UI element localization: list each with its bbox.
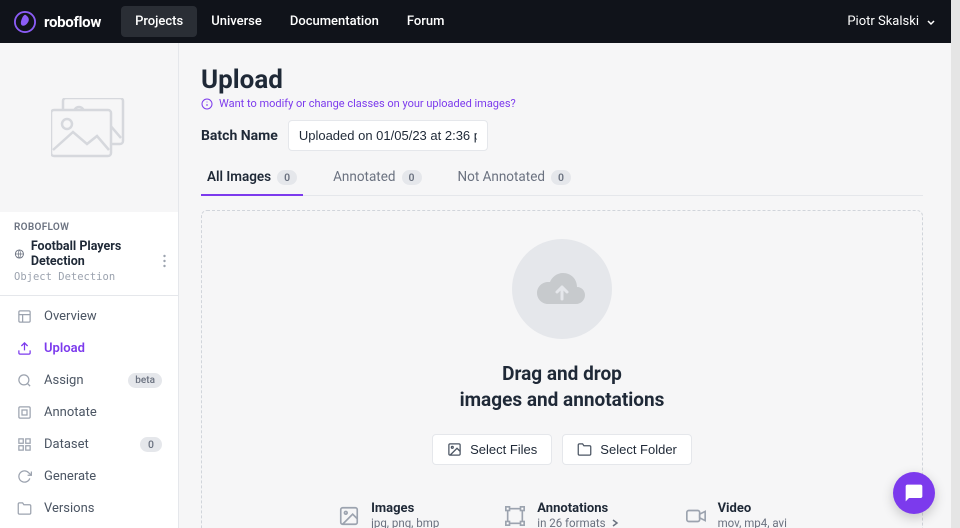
brand-text: roboflow	[44, 13, 101, 31]
sidebar-item-label: Annotate	[44, 405, 97, 420]
batch-name-label: Batch Name	[201, 128, 278, 144]
workspace-label: ROBOFLOW	[14, 222, 164, 233]
roboflow-icon	[14, 11, 36, 33]
tab-label: Annotated	[333, 169, 395, 185]
nav-documentation[interactable]: Documentation	[276, 6, 393, 37]
sidebar-item-label: Generate	[44, 469, 96, 484]
info-icon	[201, 98, 213, 110]
beta-badge: beta	[128, 373, 162, 388]
sidebar: ROBOFLOW Football Players Detection Obje…	[0, 43, 179, 528]
versions-icon	[16, 500, 32, 516]
project-row[interactable]: Football Players Detection	[14, 239, 164, 269]
user-name: Piotr Skalski	[847, 14, 919, 29]
chat-fab[interactable]	[893, 472, 935, 514]
sidebar-item-label: Overview	[44, 309, 97, 324]
chevron-right-icon	[610, 518, 620, 528]
tab-not-annotated[interactable]: Not Annotated 0	[452, 169, 577, 195]
select-files-button[interactable]: Select Files	[432, 434, 552, 465]
generate-icon	[16, 468, 32, 484]
folder-icon	[577, 442, 592, 457]
tab-all-images[interactable]: All Images 0	[201, 169, 303, 195]
sidebar-item-upload[interactable]: Upload	[6, 332, 172, 364]
brand-logo[interactable]: roboflow	[14, 11, 101, 33]
file-icon	[447, 442, 462, 457]
format-images: Images jpg, png, bmp	[337, 501, 439, 528]
chat-icon	[904, 483, 924, 503]
side-nav: Overview Upload Assign beta Annotate Dat…	[0, 296, 178, 528]
sidebar-item-annotate[interactable]: Annotate	[6, 396, 172, 428]
sidebar-item-label: Versions	[44, 501, 94, 516]
select-folder-button[interactable]: Select Folder	[562, 434, 692, 465]
sidebar-item-dataset[interactable]: Dataset 0	[6, 428, 172, 460]
globe-icon	[14, 248, 25, 260]
sidebar-item-label: Dataset	[44, 437, 89, 452]
image-placeholder-icon	[51, 98, 127, 158]
project-name: Football Players Detection	[31, 239, 164, 269]
batch-row: Batch Name	[201, 120, 923, 151]
sidebar-item-label: Upload	[44, 341, 85, 356]
sidebar-item-versions[interactable]: Versions	[6, 492, 172, 524]
overview-icon	[16, 308, 32, 324]
bounding-box-icon	[503, 505, 527, 527]
cloud-upload-icon	[512, 239, 612, 339]
upload-tabs: All Images 0 Annotated 0 Not Annotated 0	[201, 169, 923, 196]
main-content: Upload Want to modify or change classes …	[179, 43, 951, 528]
topbar: roboflow Projects Universe Documentation…	[0, 0, 960, 43]
batch-name-input[interactable]	[288, 120, 488, 151]
project-type: Object Detection	[14, 271, 164, 283]
scrollbar-track[interactable]	[951, 43, 960, 528]
tab-label: All Images	[207, 169, 271, 185]
nav-universe[interactable]: Universe	[197, 6, 276, 37]
sidebar-item-generate[interactable]: Generate	[6, 460, 172, 492]
hint-link[interactable]: Want to modify or change classes on your…	[201, 97, 923, 110]
more-vertical-icon	[163, 254, 166, 268]
sidebar-item-assign[interactable]: Assign beta	[6, 364, 172, 396]
user-menu[interactable]: Piotr Skalski	[847, 14, 937, 29]
dataset-count-badge: 0	[140, 437, 162, 452]
hint-text: Want to modify or change classes on your…	[219, 97, 516, 110]
video-icon	[684, 505, 708, 527]
supported-formats: Images jpg, png, bmp Annotations in 26 f…	[337, 501, 787, 528]
assign-icon	[16, 372, 32, 388]
tab-count: 0	[551, 170, 571, 185]
chevron-down-icon	[925, 16, 937, 28]
project-thumbnail	[0, 43, 178, 212]
annotate-icon	[16, 404, 32, 420]
tab-count: 0	[402, 170, 422, 185]
tab-annotated[interactable]: Annotated 0	[327, 169, 427, 195]
top-nav: Projects Universe Documentation Forum	[121, 6, 458, 37]
dropzone[interactable]: Drag and drop images and annotations Sel…	[201, 210, 923, 528]
dropzone-text: Drag and drop images and annotations	[460, 361, 665, 412]
project-menu-button[interactable]	[163, 253, 166, 272]
sidebar-item-overview[interactable]: Overview	[6, 300, 172, 332]
workspace-section: ROBOFLOW Football Players Detection Obje…	[0, 212, 178, 283]
sidebar-item-label: Assign	[44, 373, 84, 388]
tab-count: 0	[277, 170, 297, 185]
format-annotations[interactable]: Annotations in 26 formats	[503, 501, 619, 528]
image-icon	[337, 505, 361, 527]
dropzone-buttons: Select Files Select Folder	[432, 434, 692, 465]
format-video: Video mov, mp4, avi	[684, 501, 787, 528]
nav-forum[interactable]: Forum	[393, 6, 459, 37]
nav-projects[interactable]: Projects	[121, 6, 197, 37]
tab-label: Not Annotated	[458, 169, 545, 185]
upload-icon	[16, 340, 32, 356]
page-title: Upload	[201, 65, 923, 95]
dataset-icon	[16, 436, 32, 452]
